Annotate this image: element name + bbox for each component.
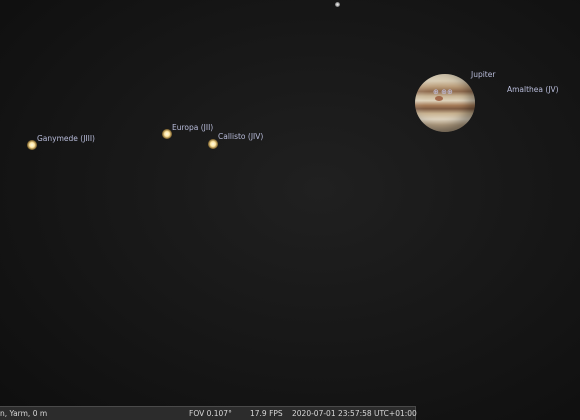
jupiter-label: Jupiter xyxy=(471,70,496,79)
callisto-moon[interactable] xyxy=(208,139,218,149)
ganymede-moon[interactable] xyxy=(27,140,37,150)
europa-label: Europa (JII) xyxy=(172,123,214,132)
jupiter-disc[interactable]: ⊕ ⊕⊕ xyxy=(415,74,475,132)
datetime-readout: 2020-07-01 23:57:58 UTC+01:00 xyxy=(292,409,417,418)
great-red-spot xyxy=(435,96,443,101)
location-readout: n, Yarm, 0 m xyxy=(0,409,48,418)
callisto-label: Callisto (JIV) xyxy=(218,132,264,141)
amalthea-label: Amalthea (JV) xyxy=(507,85,559,94)
sky-view[interactable]: ⊕ ⊕⊕ Jupiter Amalthea (JV) Europa (JII) … xyxy=(0,0,580,420)
jupiter-moon-markers: ⊕ ⊕⊕ xyxy=(433,88,453,96)
ganymede-label: Ganymede (JIII) xyxy=(37,134,95,143)
background-star[interactable] xyxy=(335,2,340,7)
fps-readout: 17.9 FPS xyxy=(250,409,283,418)
status-bar: n, Yarm, 0 m FOV 0.107° 17.9 FPS 2020-07… xyxy=(0,406,417,420)
europa-moon[interactable] xyxy=(162,129,172,139)
fov-readout: FOV 0.107° xyxy=(189,409,232,418)
